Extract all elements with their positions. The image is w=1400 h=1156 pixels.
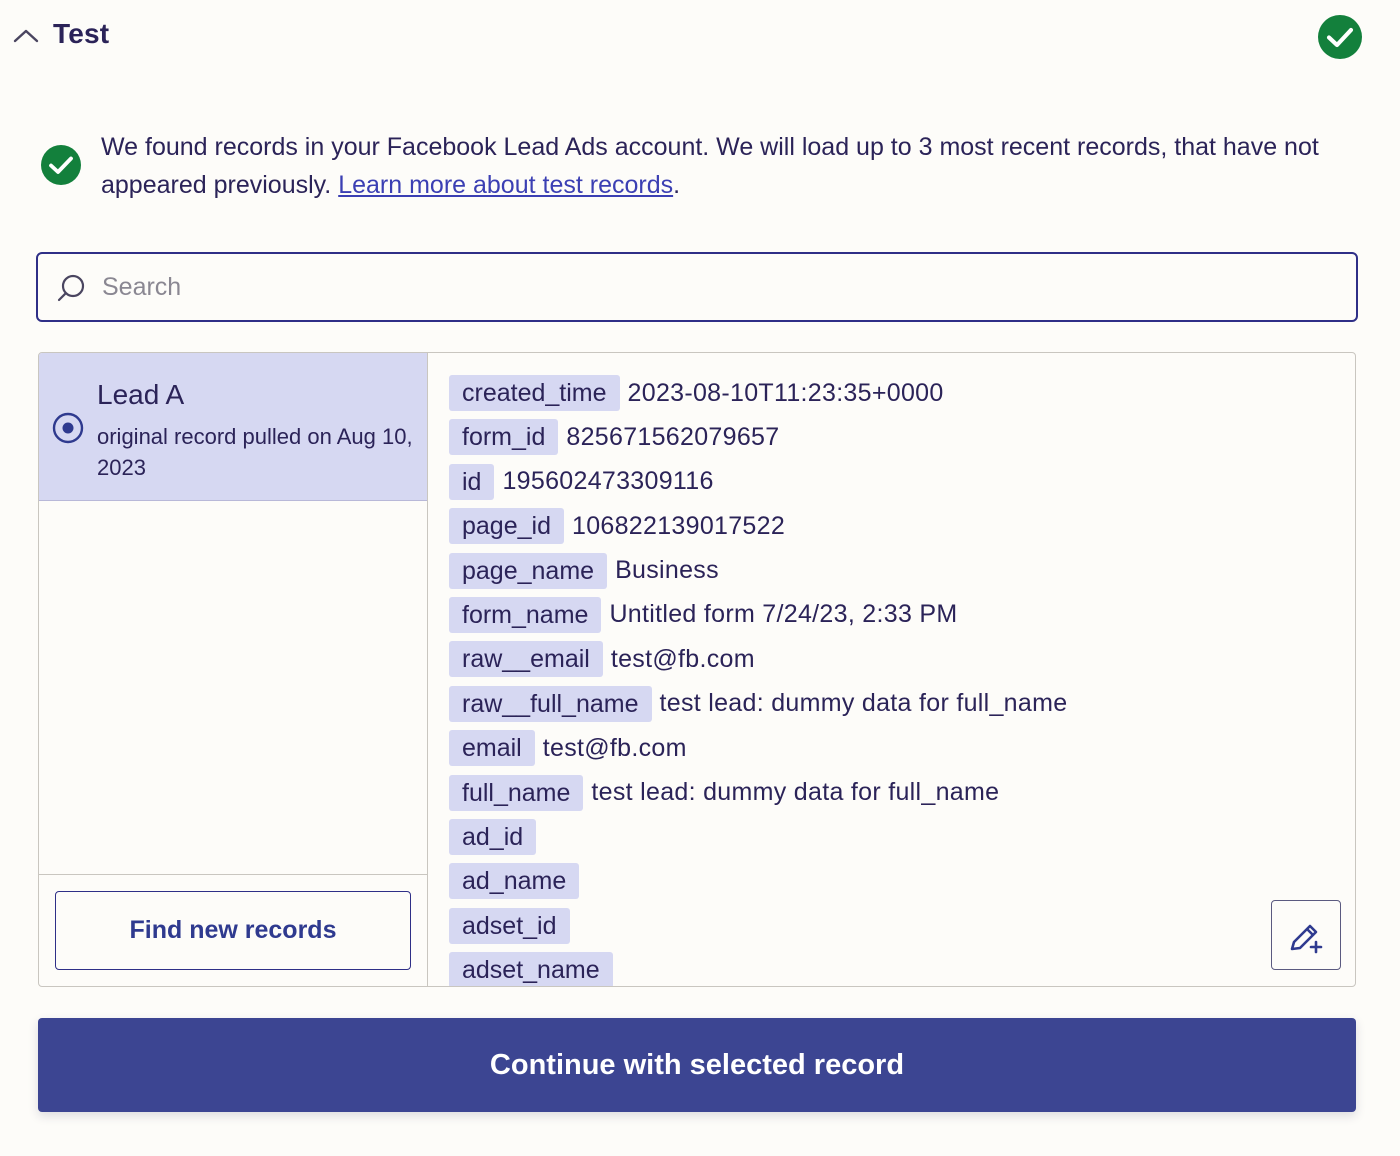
field-key: page_name [449, 552, 608, 589]
field-row: page_id 106822139017522 [449, 508, 1067, 545]
field-key: adset_name [449, 952, 613, 986]
field-key: page_id [449, 508, 564, 545]
field-key: form_name [449, 596, 602, 633]
field-value: 106822139017522 [571, 511, 786, 540]
field-value: test lead: dummy data for full_name [591, 778, 1000, 807]
field-key: ad_name [449, 863, 580, 900]
info-text: We found records in your Facebook Lead A… [101, 128, 1341, 204]
field-row: raw__email test@fb.com [449, 641, 1067, 678]
record-subtitle: original record pulled on Aug 10, 2023 [97, 424, 413, 480]
info-message-text: We found records in your Facebook Lead A… [101, 133, 1319, 199]
field-key: full_name [449, 774, 584, 811]
success-check-icon [1318, 15, 1362, 59]
search-box [36, 252, 1358, 322]
field-key: adset_id [449, 907, 570, 944]
field-key: id [449, 463, 495, 500]
field-value: Business [615, 556, 719, 585]
field-row: raw__full_name test lead: dummy data for … [449, 685, 1068, 722]
field-key: form_id [449, 419, 559, 456]
field-row: page_name Business [449, 552, 1067, 589]
field-key: created_time [449, 375, 620, 411]
record-details: created_time 2023-08-10T11:23:35+0000 for… [428, 353, 1355, 986]
field-row: created_time 2023-08-10T11:23:35+0000 [449, 375, 1067, 411]
field-key: raw__full_name [449, 685, 652, 722]
field-row: adset_id [449, 907, 1067, 944]
field-row: ad_name [449, 863, 1067, 900]
field-key: email [449, 730, 535, 767]
field-value: 825671562079657 [566, 422, 780, 451]
field-value: test@fb.com [542, 733, 687, 762]
edit-record-button[interactable] [1271, 900, 1341, 970]
field-value: test@fb.com [610, 644, 755, 673]
record-list: Lead A original record pulled on Aug 10,… [39, 353, 428, 986]
field-value: test lead: dummy data for full_name [659, 689, 1068, 718]
learn-more-link[interactable]: Learn more about test records [338, 171, 673, 199]
chevron-up-icon[interactable] [12, 22, 40, 50]
field-value: 195602473309116 [502, 467, 714, 496]
field-list: created_time 2023-08-10T11:23:35+0000 for… [449, 375, 1067, 986]
success-check-icon [41, 145, 81, 185]
info-message: We found records in your Facebook Lead A… [40, 124, 1360, 214]
field-row: adset_name [449, 952, 1067, 986]
search-icon [57, 274, 85, 302]
section-title: Test [53, 18, 110, 49]
field-row: ad_id [449, 818, 1067, 855]
section-header: Test [0, 0, 1400, 76]
field-key: raw__email [449, 641, 603, 678]
record-title: Lead A [97, 379, 185, 410]
field-key: ad_id [449, 818, 537, 855]
field-row: form_id 825671562079657 [449, 419, 1067, 456]
field-row: full_name test lead: dummy data for full_… [449, 774, 1067, 811]
radio-selected-icon[interactable] [52, 412, 84, 444]
field-value: Untitled form 7/24/23, 2:33 PM [609, 600, 958, 629]
find-new-records-button[interactable]: Find new records [55, 891, 411, 970]
field-row: form_name Untitled form 7/24/23, 2:33 PM [449, 596, 1067, 633]
search-input[interactable] [100, 264, 1340, 310]
info-trailing: . [673, 171, 681, 199]
field-value: 2023-08-10T11:23:35+0000 [627, 378, 944, 407]
continue-button[interactable]: Continue with selected record [38, 1018, 1356, 1112]
field-row: email test@fb.com [449, 730, 1067, 767]
field-row: id 195602473309116 [449, 463, 1067, 500]
pencil-plus-icon [1290, 924, 1323, 954]
records-panel: Lead A original record pulled on Aug 10,… [38, 352, 1356, 987]
record-item-lead-a[interactable]: Lead A original record pulled on Aug 10,… [39, 353, 427, 501]
record-list-footer: Find new records [39, 874, 427, 986]
